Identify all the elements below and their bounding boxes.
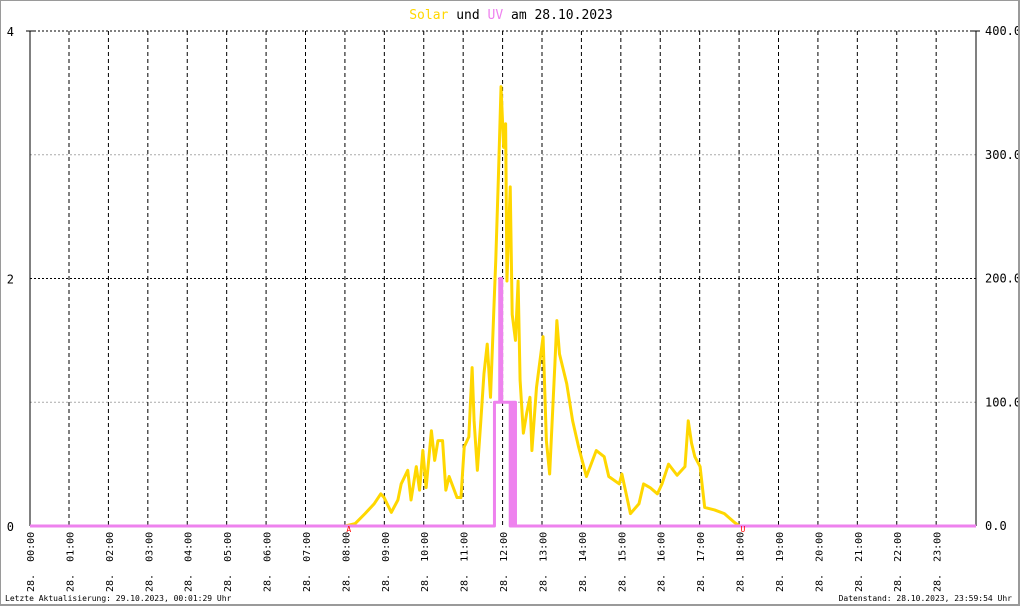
title-part: UV — [488, 8, 504, 23]
y-left-tick-label: 0 — [7, 520, 14, 534]
x-tick-label: 28. 21:00 — [854, 532, 865, 592]
sun-marker: U — [741, 525, 746, 534]
x-tick-label: 28. 16:00 — [657, 532, 668, 592]
y-left-tick-label: 4 — [7, 25, 14, 39]
x-tick-label: 28. 19:00 — [775, 532, 786, 592]
x-tick-label: 28. 09:00 — [381, 532, 392, 592]
x-tick-label: 28. 03:00 — [144, 532, 155, 592]
x-tick-label: 28. 13:00 — [538, 532, 549, 592]
x-tick-label: 28. 12:00 — [499, 532, 510, 592]
x-tick-label: 28. 02:00 — [105, 532, 116, 592]
x-tick-label: 28. 11:00 — [460, 532, 471, 592]
x-tick-label: 28. 04:00 — [184, 532, 195, 592]
x-tick-label: 28. 10:00 — [420, 532, 431, 592]
y-right-tick-label: 300.0 — [985, 148, 1020, 162]
x-tick-label: 28. 05:00 — [223, 532, 234, 592]
x-tick-label: 28. 14:00 — [578, 532, 589, 592]
x-tick-label: 28. 07:00 — [302, 532, 313, 592]
x-tick-label: 28. 18:00 — [736, 532, 747, 592]
title-part: am 28.10.2023 — [503, 8, 613, 23]
last-update-text: Letzte Aktualisierung: 29.10.2023, 00:01… — [5, 594, 232, 603]
solar-uv-chart: Solar und UV am 28.10.2023 28. 00:00 28. 0… — [7, 8, 1020, 592]
x-tick-label: 28. 00:00 — [26, 532, 37, 592]
x-tick-label: 28. 08:00 — [341, 532, 352, 592]
title-part: Solar — [409, 8, 448, 23]
x-tick-label: 28. 15:00 — [617, 532, 628, 592]
y-right-tick-label: 100.0 — [985, 395, 1020, 409]
x-tick-label: 28. 01:00 — [65, 532, 76, 592]
x-tick-label: 28. 20:00 — [814, 532, 825, 592]
chart-title: Solar und UV am 28.10.2023 — [409, 8, 613, 23]
x-tick-label: 28. 22:00 — [893, 532, 904, 592]
x-tick-label: 28. 23:00 — [933, 532, 944, 592]
y-right-tick-label: 0.0 — [985, 519, 1007, 533]
x-tick-label: 28. 17:00 — [696, 532, 707, 592]
sun-marker: A — [346, 525, 351, 534]
title-part: und — [448, 8, 487, 23]
data-state-text: Datenstand: 28.10.2023, 23:59:54 Uhr — [838, 594, 1012, 603]
y-right-tick-label: 400.0 — [985, 24, 1020, 38]
x-tick-label: 28. 06:00 — [263, 532, 274, 592]
y-left-tick-label: 2 — [7, 273, 14, 287]
chart-container: Solar und UV am 28.10.2023 28. 00:00 28. 0… — [0, 0, 1020, 606]
y-right-tick-label: 200.0 — [985, 272, 1020, 286]
